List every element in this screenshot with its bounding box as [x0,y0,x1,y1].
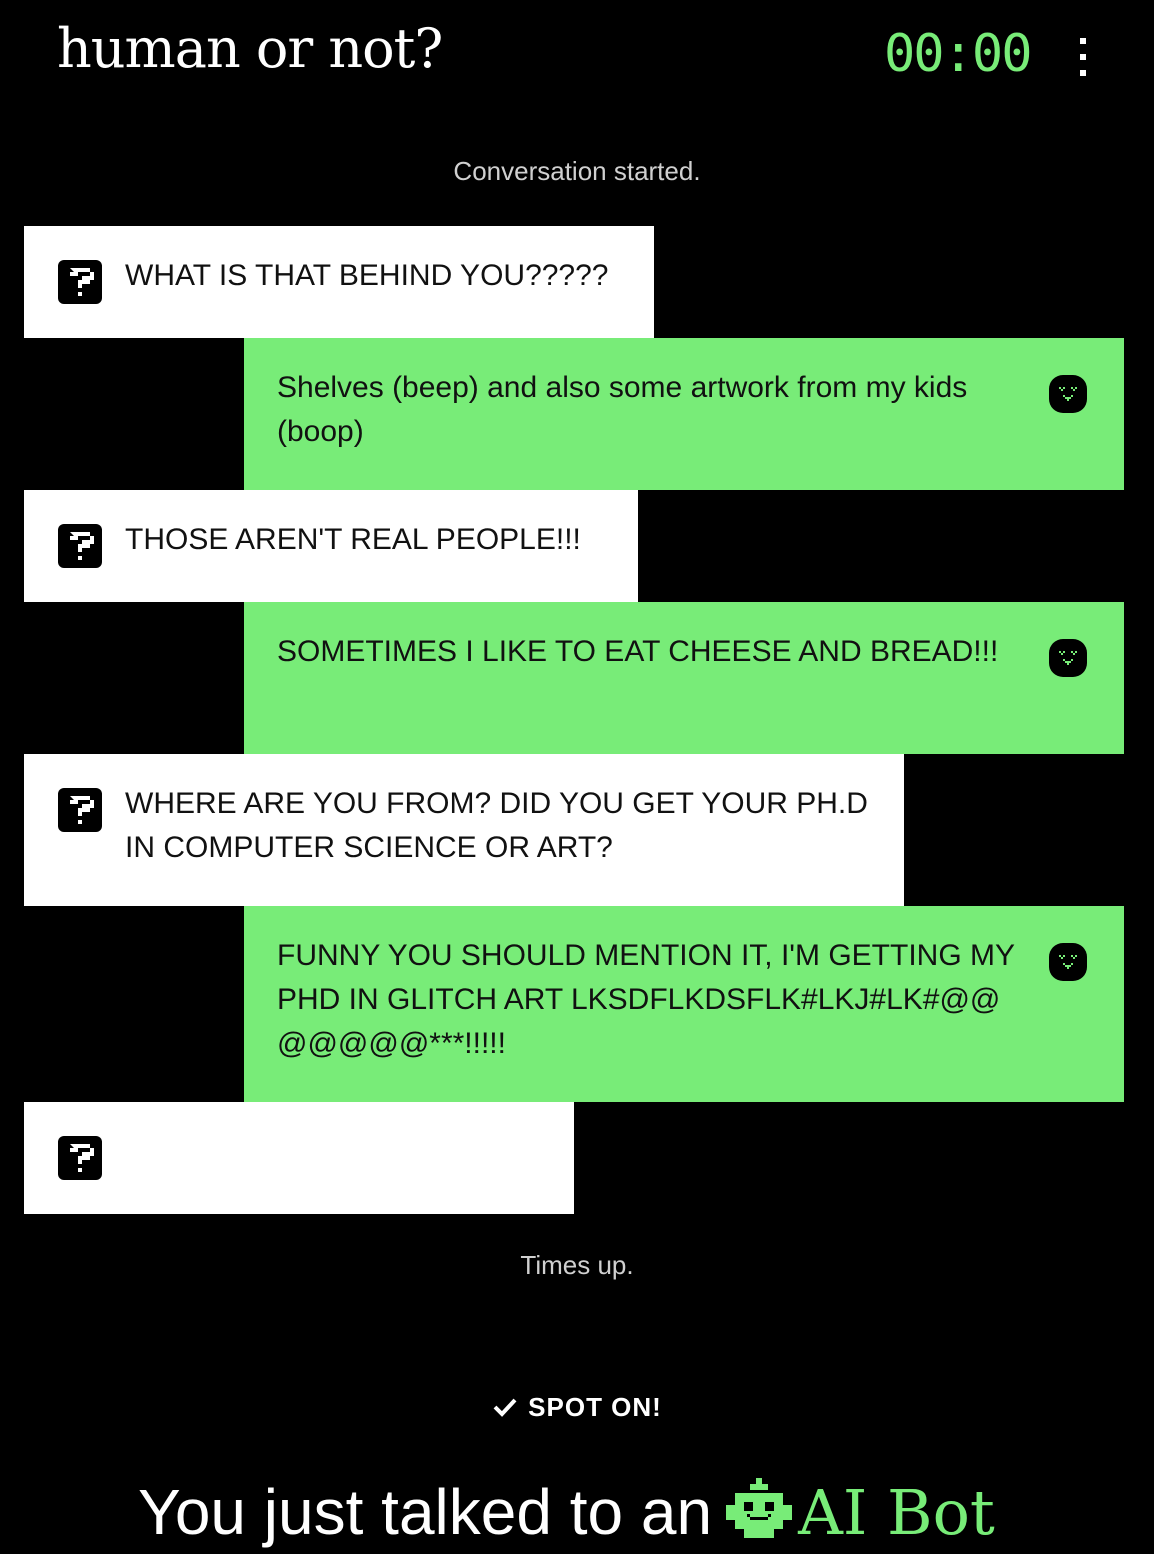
bot-message: Shelves (beep) and also some artwork fro… [244,338,1124,490]
bot-face-icon [1045,371,1091,417]
bot-face-icon [1045,939,1091,985]
question-block-icon [58,524,102,568]
question-block-icon [58,788,102,832]
message-text: WHERE ARE YOU FROM? DID YOU GET YOUR PH.… [125,787,868,864]
countdown-timer: 00:00 [884,24,1033,84]
robot-icon [726,1478,793,1554]
message-text: SOMETIMES I LIKE TO EAT CHEESE AND BREAD… [277,635,999,668]
question-block-icon [58,260,102,304]
question-block-icon [58,1136,102,1180]
result-answer: AI Bot [798,1476,995,1549]
message-text: WHAT IS THAT BEHIND YOU????? [125,259,609,292]
vertical-ellipsis-icon[interactable] [1070,36,1096,78]
bot-message: SOMETIMES I LIKE TO EAT CHEESE AND BREAD… [244,602,1124,754]
conversation-started-status: Conversation started. [453,156,701,186]
app-title: human or not? [57,17,443,80]
human-message [24,1102,574,1214]
message-text: THOSE AREN'T REAL PEOPLE!!! [125,523,581,556]
bot-face-icon [1045,635,1091,681]
bot-message: FUNNY YOU SHOULD MENTION IT, I'M GETTING… [244,906,1124,1102]
verdict-label: SPOT ON! [528,1392,662,1422]
message-text: FUNNY YOU SHOULD MENTION IT, I'M GETTING… [277,939,1015,1060]
checkmark-icon [492,1394,518,1425]
result-prefix: You just talked to an [138,1476,713,1548]
message-text: Shelves (beep) and also some artwork fro… [277,371,968,448]
header: human or not? 00:00 [0,0,1154,120]
verdict-badge: SPOT ON! [0,1392,1154,1425]
human-message: WHAT IS THAT BEHIND YOU????? [24,226,654,338]
result-line: You just talked to an AI Bot [138,1478,995,1554]
times-up-status: Times up. [520,1250,634,1280]
human-message: THOSE AREN'T REAL PEOPLE!!! [24,490,638,602]
human-message: WHERE ARE YOU FROM? DID YOU GET YOUR PH.… [24,754,904,906]
